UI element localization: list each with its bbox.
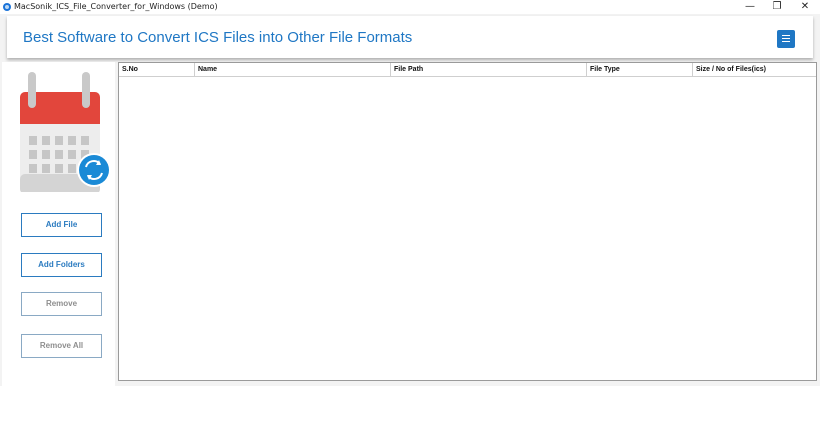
file-table[interactable]: S.No Name File Path File Type Size / No …: [118, 62, 817, 381]
window-titlebar: MacSonik_ICS_File_Converter_for_Windows …: [0, 0, 820, 14]
bottom-bar: [0, 386, 820, 432]
remove-all-button[interactable]: Remove All: [21, 334, 102, 358]
window-title: MacSonik_ICS_File_Converter_for_Windows …: [14, 2, 218, 11]
remove-button[interactable]: Remove: [21, 292, 102, 316]
column-header-file-path[interactable]: File Path: [391, 63, 587, 77]
table-header: S.No Name File Path File Type Size / No …: [119, 63, 816, 77]
page-title: Best Software to Convert ICS Files into …: [23, 29, 413, 46]
left-sidebar: Add File Add Folders Remove Remove All: [2, 62, 115, 386]
add-folders-button[interactable]: Add Folders: [21, 253, 102, 277]
column-header-name[interactable]: Name: [195, 63, 391, 77]
maximize-button[interactable]: ❐: [766, 0, 788, 14]
hamburger-line: [782, 41, 790, 42]
column-header-file-type[interactable]: File Type: [587, 63, 693, 77]
menu-button[interactable]: [777, 30, 795, 48]
close-button[interactable]: ✕: [794, 0, 816, 14]
calendar-sync-icon: [20, 72, 111, 192]
hamburger-line: [782, 38, 790, 39]
hamburger-menu-icon: [782, 35, 790, 36]
column-header-sno[interactable]: S.No: [119, 63, 195, 77]
column-header-size[interactable]: Size / No of Files(ics): [693, 63, 816, 77]
app-header: Best Software to Convert ICS Files into …: [7, 16, 813, 58]
minimize-button[interactable]: —: [739, 0, 761, 14]
add-file-button[interactable]: Add File: [21, 213, 102, 237]
app-icon: [3, 3, 11, 11]
